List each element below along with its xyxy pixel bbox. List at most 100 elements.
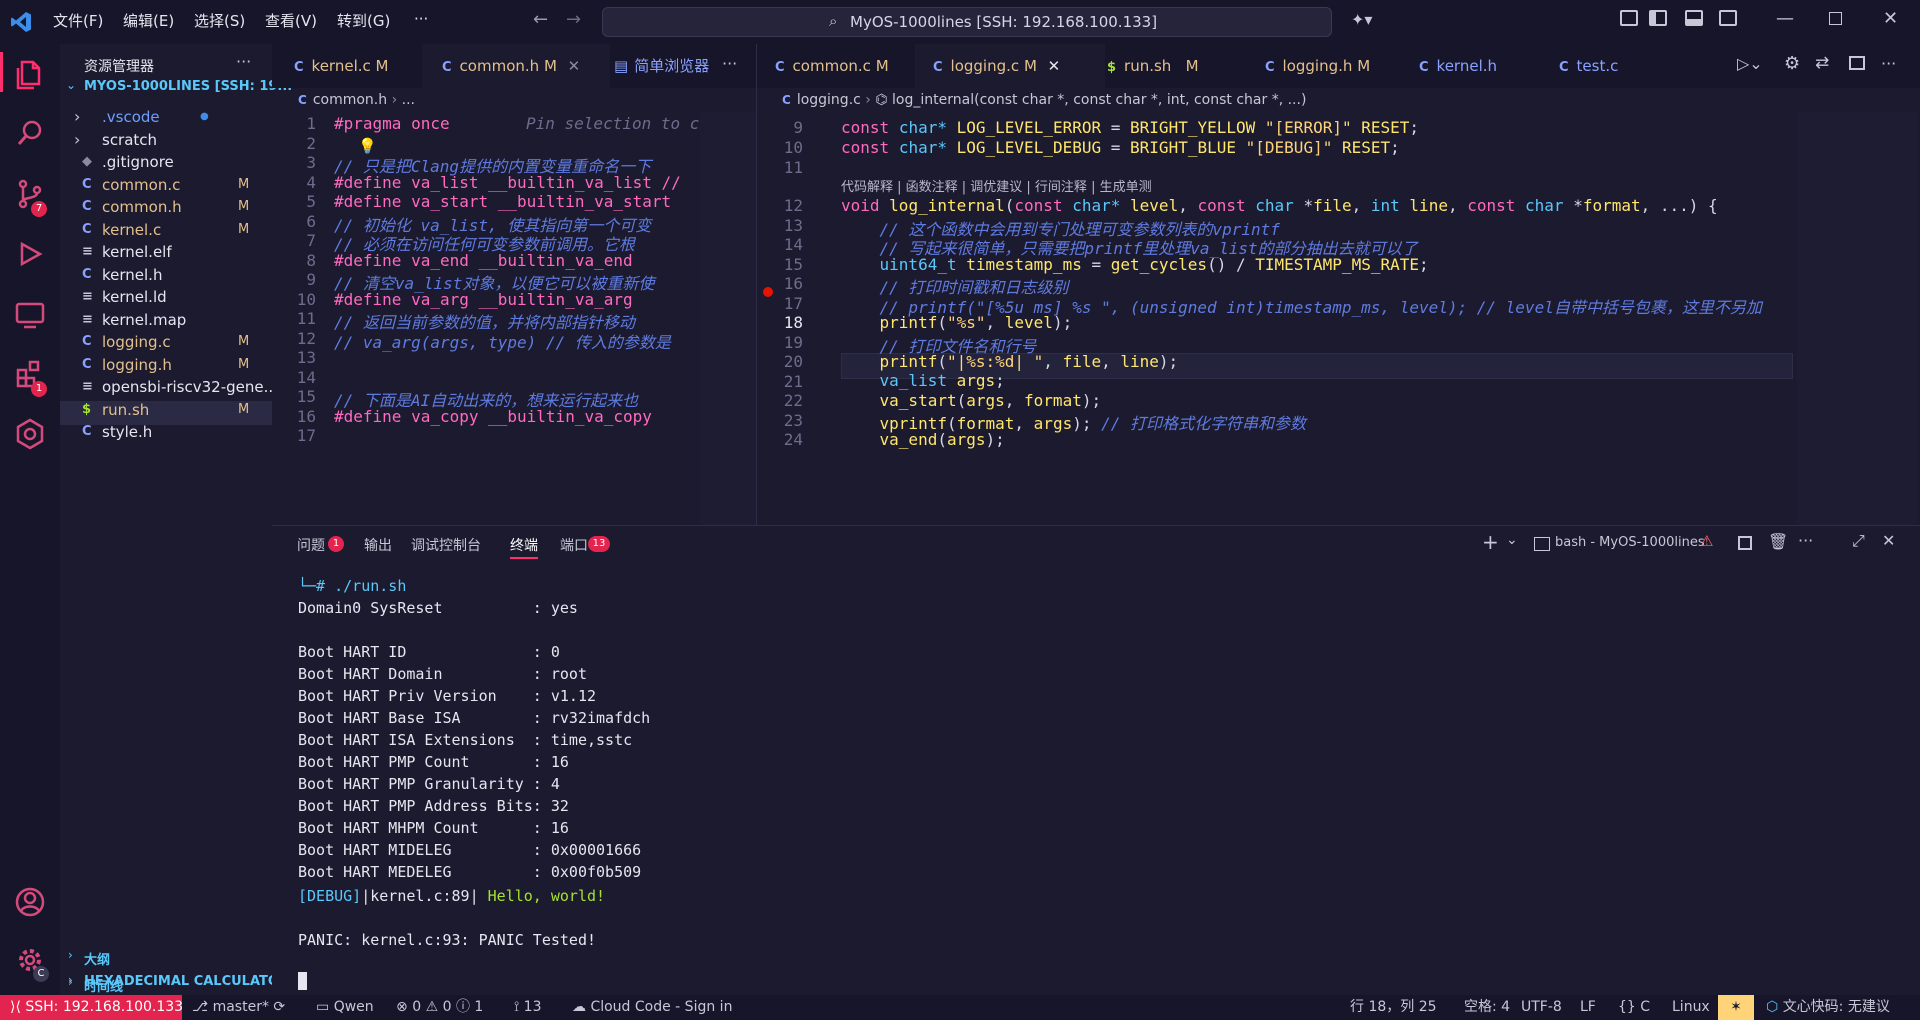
split-terminal-icon[interactable] xyxy=(1738,536,1752,550)
file-tree-item[interactable]: › scratch xyxy=(60,128,272,152)
left-code-editor[interactable]: 1 2 3 4 5 6 7 8 9 10 11 12 13 14 15 16 17 #pragma once//… xyxy=(272,112,756,525)
file-tree-item[interactable]: ≡ kernel.ld xyxy=(60,285,272,309)
workspace-folder-header[interactable]: ⌄ MYOS-1000LINES [SSH: 19... xyxy=(60,75,292,99)
terminal-name[interactable]: bash - MyOS-1000lines xyxy=(1555,535,1705,550)
chevron-right-icon: › xyxy=(74,107,81,126)
workspace-folder-name: MYOS-1000LINES [SSH: 19... xyxy=(84,79,293,94)
tab-debug-console[interactable]: 调试控制台 xyxy=(411,535,481,555)
remote-indicator[interactable]: ⟩⟨ SSH: 192.168.100.133 xyxy=(0,995,183,1020)
file-tree-item[interactable]: ≡ kernel.map xyxy=(60,308,272,332)
toggle-sidebar-icon[interactable] xyxy=(1649,10,1667,26)
file-tree-item[interactable]: ◆ .gitignore xyxy=(60,150,272,174)
tab-kernel-c[interactable]: Ckernel.c M xyxy=(272,44,444,88)
file-tree-item[interactable]: ≡ kernel.elf xyxy=(60,240,272,264)
minimap[interactable] xyxy=(1797,112,1917,525)
notification-bell-icon[interactable]: ✶ xyxy=(1718,995,1754,1020)
file-tree-item[interactable]: $ run.sh M xyxy=(60,398,272,422)
settings-gear-icon[interactable]: ⚙ xyxy=(1784,53,1800,74)
file-tree-item[interactable]: Ccommon.c M xyxy=(60,173,272,197)
breadcrumb-file[interactable]: common.h xyxy=(313,92,387,108)
close-panel-icon[interactable]: ✕ xyxy=(1882,531,1895,550)
search-icon[interactable] xyxy=(12,116,48,152)
breadcrumb-rest[interactable]: ... xyxy=(402,92,415,108)
close-window-icon[interactable]: ✕ xyxy=(1883,8,1898,29)
tab-common-h[interactable]: Ccommon.h M ✕ xyxy=(422,44,610,88)
file-tree-item[interactable]: Ccommon.h M xyxy=(60,195,272,219)
minimap[interactable] xyxy=(700,112,756,525)
file-tree-item[interactable]: Ckernel.h xyxy=(60,263,272,287)
toggle-secondary-sidebar-icon[interactable] xyxy=(1719,10,1737,26)
qwen-indicator[interactable]: ▭ Qwen xyxy=(316,995,374,1020)
lightbulb-icon[interactable]: 💡 xyxy=(358,137,377,155)
back-arrow-icon[interactable]: ← xyxy=(533,9,548,30)
more-actions-icon[interactable]: ··· xyxy=(236,52,251,71)
command-center-search[interactable]: ⌕ MyOS-1000lines [SSH: 192.168.100.133] xyxy=(602,7,1332,37)
codelens-actions[interactable]: 代码解释 | 函数注释 | 调优建议 | 行间注释 | 生成单测 xyxy=(841,176,1152,195)
file-tree-item[interactable]: Clogging.h M xyxy=(60,353,272,377)
outline-section[interactable]: › 大纲 xyxy=(60,945,272,969)
menu-more[interactable]: ··· xyxy=(414,10,428,28)
minimize-icon[interactable]: — xyxy=(1776,8,1794,29)
maximize-panel-icon[interactable]: ⤢ xyxy=(1852,531,1865,551)
more-actions-icon[interactable]: ··· xyxy=(1881,54,1896,73)
more-actions-icon[interactable]: ··· xyxy=(718,54,742,73)
more-actions-icon[interactable]: ··· xyxy=(1798,531,1813,550)
menu-go[interactable]: 转到(G) xyxy=(337,10,390,31)
ports-indicator[interactable]: ⟟ 13 xyxy=(514,995,542,1020)
file-tree-item[interactable]: Clogging.c M xyxy=(60,330,272,354)
tab-ports[interactable]: 端口 xyxy=(560,535,588,555)
baidu-comate-icon[interactable] xyxy=(12,416,48,452)
breadcrumb-symbol[interactable]: log_internal(const char *, const char *,… xyxy=(892,92,1306,108)
trash-icon[interactable]: 🗑 xyxy=(1768,532,1788,551)
wenxin-indicator[interactable]: ⬡ 文心快码: 无建议 xyxy=(1766,995,1890,1020)
cloud-code-indicator[interactable]: ☁ Cloud Code - Sign in xyxy=(572,995,732,1020)
restore-icon[interactable] xyxy=(1829,12,1842,25)
language-mode[interactable]: {} C xyxy=(1618,995,1650,1020)
toggle-panel-icon[interactable] xyxy=(1685,10,1703,26)
cursor-position[interactable]: 行 18，列 25 xyxy=(1350,995,1437,1020)
file-tree-item[interactable]: ≡ opensbi-riscv32-gene... xyxy=(60,375,272,399)
title-bar: 文件(F) 编辑(E) 选择(S) 查看(V) 转到(G) ··· ← → ⌕ … xyxy=(0,0,1920,44)
chevron-down-icon[interactable]: ⌄ xyxy=(1506,532,1518,548)
tab-logging-c[interactable]: Clogging.c M ✕ xyxy=(915,44,1105,88)
tab-output[interactable]: 输出 xyxy=(364,535,392,555)
explorer-icon[interactable] xyxy=(12,56,48,92)
copilot-icon[interactable]: ✦▾ xyxy=(1351,10,1372,29)
menu-edit[interactable]: 编辑(E) xyxy=(123,10,174,31)
breadcrumb-file[interactable]: logging.c xyxy=(797,92,861,108)
new-terminal-icon[interactable]: + xyxy=(1482,530,1499,554)
tab-test-c[interactable]: Ctest.c xyxy=(1537,44,1699,88)
vscode-logo-icon xyxy=(11,12,31,32)
forward-arrow-icon[interactable]: → xyxy=(566,9,581,30)
right-code-editor[interactable]: 9 10 11 12 13 14 15 16 17 18 19 20 21 22 23 24 const ch… xyxy=(757,112,1920,525)
run-debug-icon[interactable] xyxy=(12,236,48,272)
hexcalc-section[interactable]: › HEXADECIMAL CALCULATOR xyxy=(60,970,289,994)
end-of-line[interactable]: LF xyxy=(1580,995,1596,1020)
close-tab-icon[interactable]: ✕ xyxy=(568,57,581,75)
customize-layout-icon[interactable] xyxy=(1620,10,1638,26)
close-tab-icon[interactable]: ✕ xyxy=(1048,57,1061,75)
tab-terminal[interactable]: 终端 xyxy=(510,535,538,555)
tab-kernel-h[interactable]: Ckernel.h xyxy=(1397,44,1559,88)
compare-icon[interactable]: ⇄ xyxy=(1815,53,1829,73)
remote-explorer-icon[interactable] xyxy=(12,296,48,332)
account-icon[interactable] xyxy=(12,884,48,920)
menu-selection[interactable]: 选择(S) xyxy=(194,10,245,31)
tab-problems[interactable]: 问题 xyxy=(297,535,325,555)
encoding[interactable]: UTF-8 xyxy=(1521,995,1562,1020)
menu-view[interactable]: 查看(V) xyxy=(265,10,317,31)
code-line-20: printf("|%s:%d| ", file, line); xyxy=(879,352,1179,371)
tab-common-c[interactable]: Ccommon.c M xyxy=(757,44,933,88)
tab-logging-h[interactable]: Clogging.h M xyxy=(1247,44,1415,88)
os-indicator[interactable]: Linux xyxy=(1672,995,1710,1020)
indentation[interactable]: 空格: 4 xyxy=(1464,995,1510,1020)
branch-indicator[interactable]: ⎇ master* ⟳ xyxy=(192,995,285,1020)
split-editor-icon[interactable] xyxy=(1849,56,1865,70)
menu-file[interactable]: 文件(F) xyxy=(53,10,103,31)
problems-indicator[interactable]: ⊗ 0 ⚠ 0 ⓘ 1 xyxy=(396,995,483,1020)
file-tree-item[interactable]: Cstyle.h xyxy=(60,420,272,444)
file-tree-item[interactable]: › .vscode ● xyxy=(60,105,272,129)
tab-run-sh[interactable]: $ run.sh M xyxy=(1089,44,1247,88)
file-tree-item[interactable]: Ckernel.c M xyxy=(60,218,272,242)
run-icon[interactable]: ▷⌄ xyxy=(1737,54,1763,73)
